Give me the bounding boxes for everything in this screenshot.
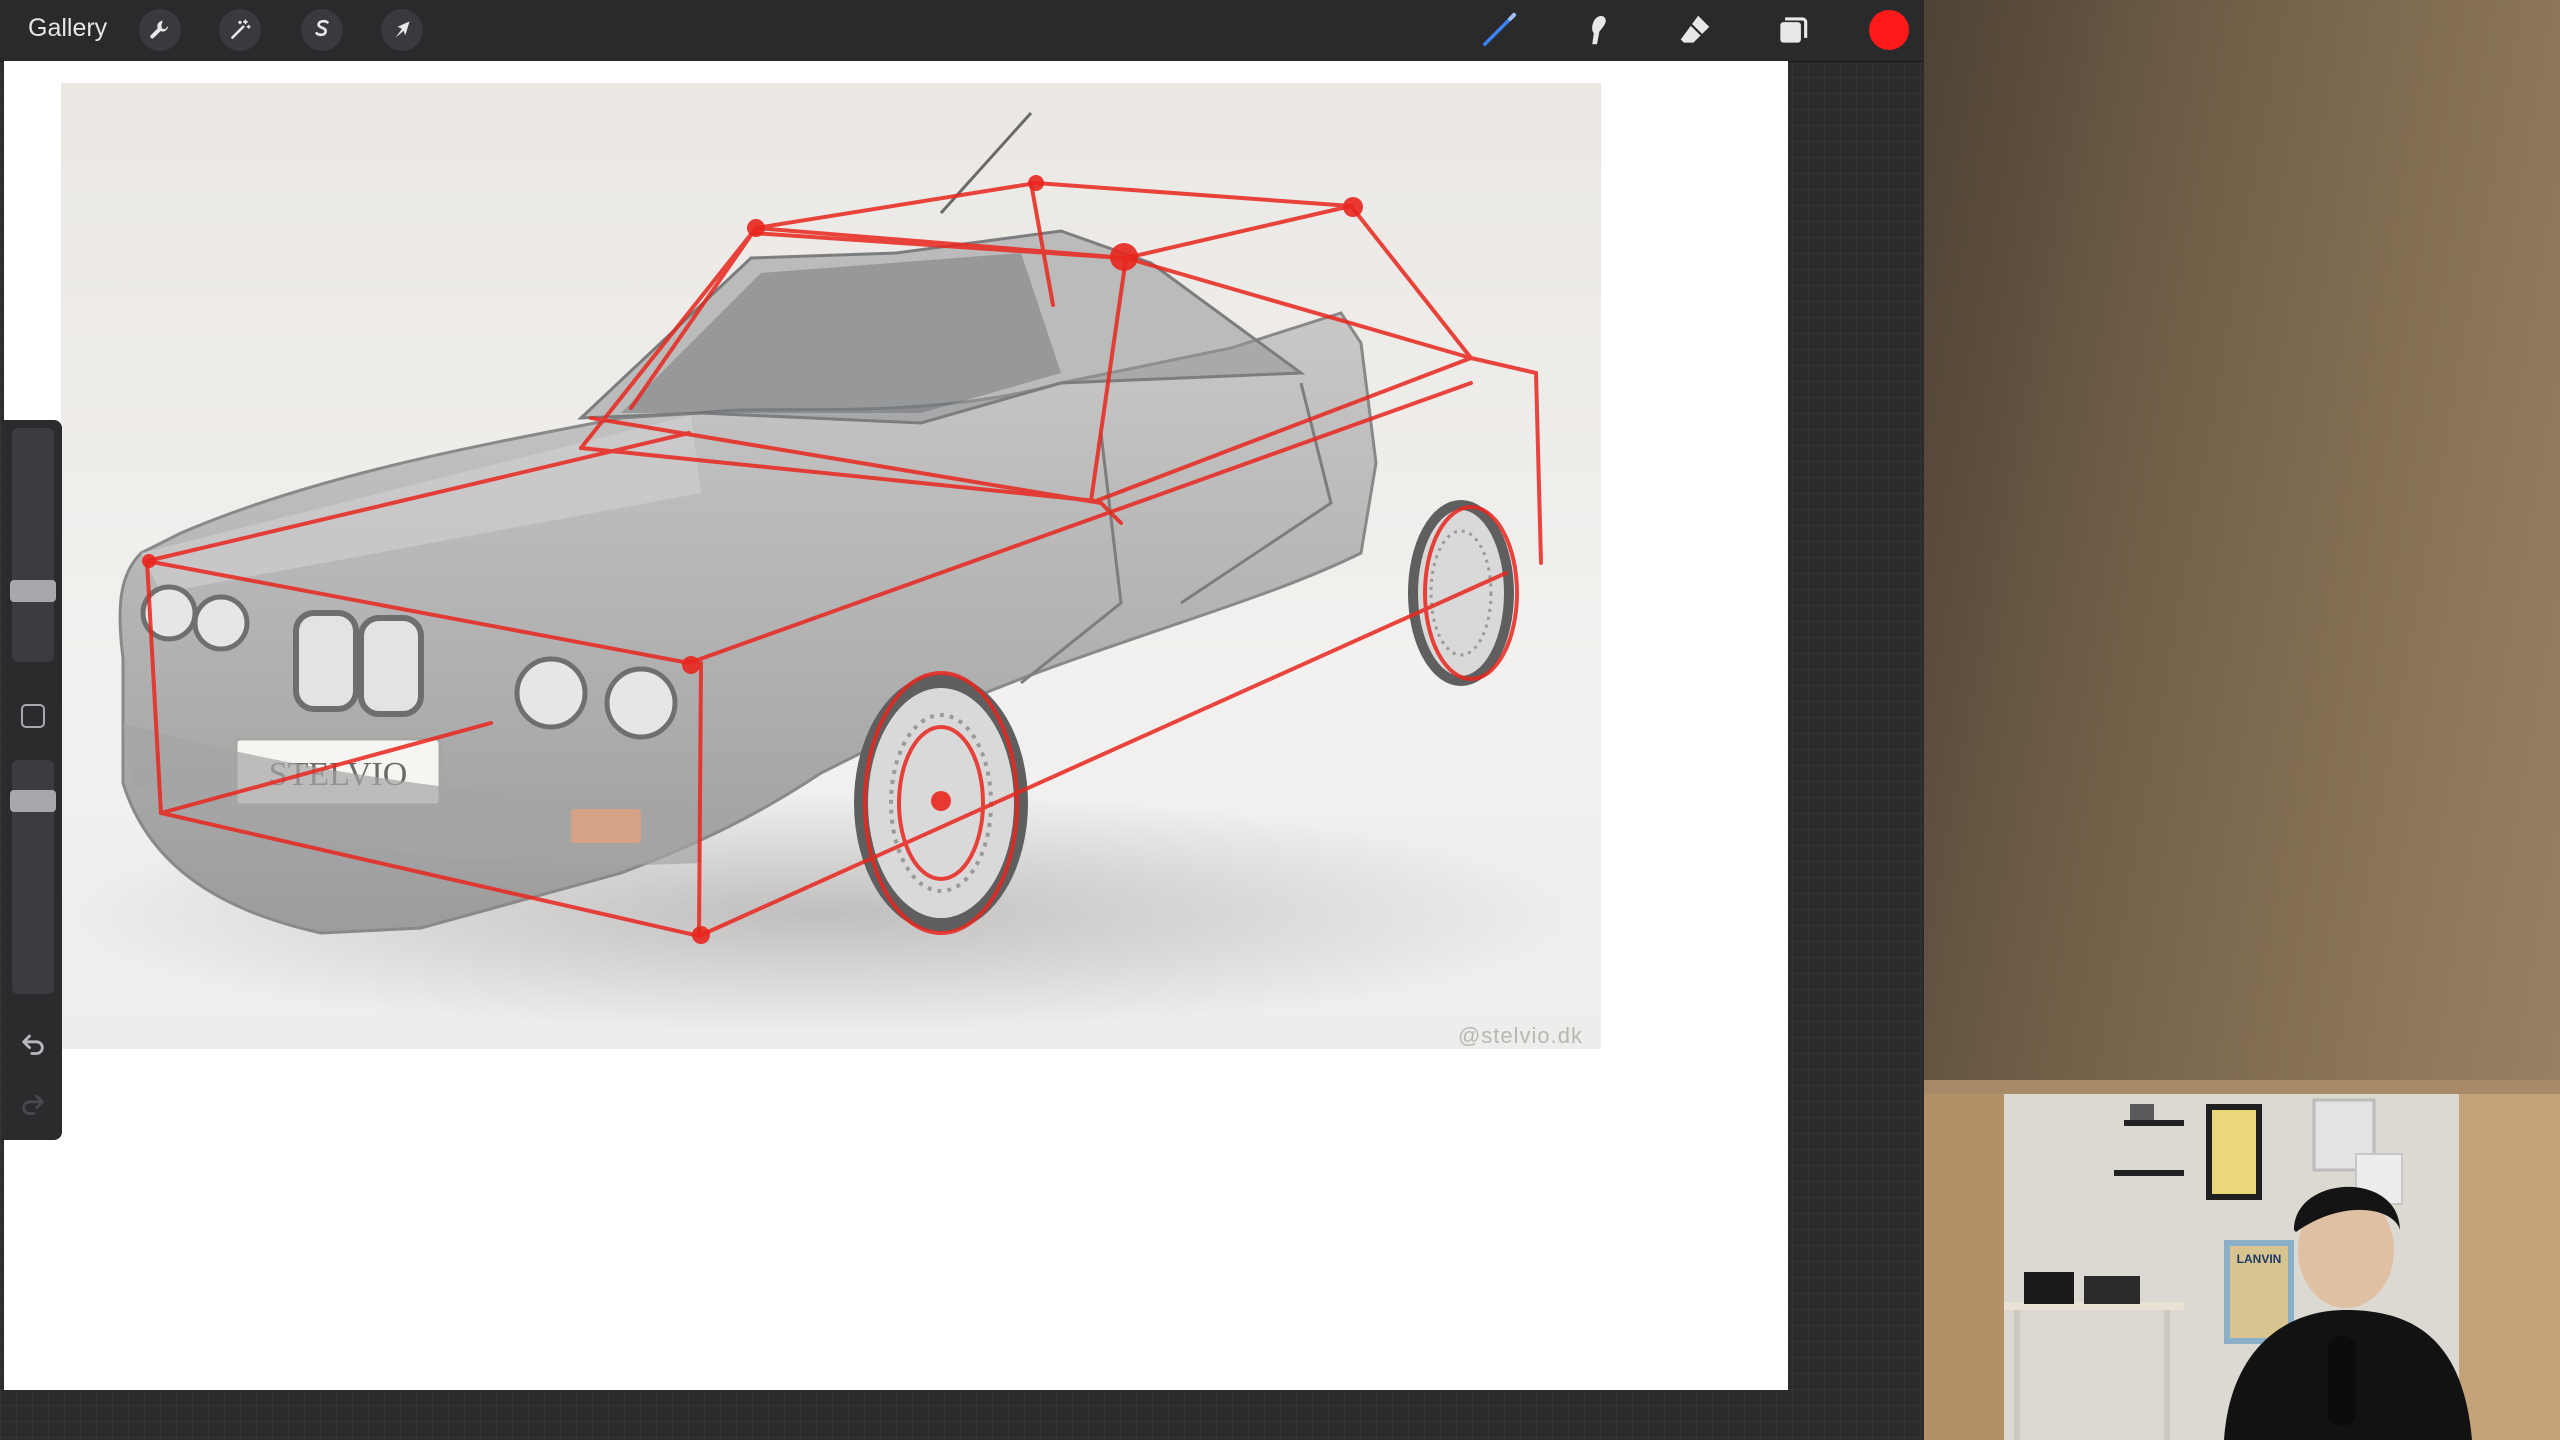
procreate-app: Gallery @stelvio.dk bbox=[0, 0, 1924, 1440]
magic-wand-icon bbox=[231, 19, 251, 39]
layers-icon bbox=[1780, 17, 1808, 43]
eraser-icon bbox=[1680, 15, 1710, 43]
layers-button[interactable] bbox=[1770, 7, 1816, 53]
gallery-button[interactable]: Gallery bbox=[28, 14, 107, 43]
microphone bbox=[2328, 1336, 2356, 1426]
poster-text: LANVIN bbox=[2237, 1252, 2282, 1266]
brush-size-slider[interactable] bbox=[10, 428, 56, 662]
brush-icon bbox=[1483, 12, 1517, 46]
undo-icon bbox=[22, 1034, 44, 1055]
wooden-cabinet bbox=[2459, 1080, 2560, 1440]
smudge-icon bbox=[1592, 15, 1606, 45]
kidney-grille-right bbox=[358, 615, 424, 717]
reference-photo-layer: STELVIO bbox=[61, 83, 1601, 1049]
arrow-cursor-icon bbox=[395, 21, 410, 38]
side-slider-panel bbox=[4, 420, 62, 1140]
wooden-door bbox=[1924, 1080, 2004, 1440]
selection-s-icon bbox=[315, 19, 329, 37]
webcam-scene: LANVIN bbox=[1924, 1080, 2560, 1440]
monitor bbox=[2084, 1276, 2140, 1304]
transform-button[interactable] bbox=[381, 9, 423, 51]
webcam-overlay: LANVIN bbox=[1924, 1080, 2560, 1440]
top-toolbar: Gallery bbox=[0, 0, 1924, 62]
undo-button[interactable] bbox=[16, 1026, 50, 1060]
fog-light bbox=[571, 809, 641, 843]
color-picker-button[interactable] bbox=[1869, 10, 1909, 50]
car-reference-illustration: STELVIO bbox=[61, 111, 1581, 1033]
opacity-thumb[interactable] bbox=[10, 790, 56, 812]
headlight-2 bbox=[192, 594, 250, 652]
selection-button[interactable] bbox=[301, 9, 343, 51]
adjustments-button[interactable] bbox=[219, 9, 261, 51]
headlight-3 bbox=[514, 656, 588, 730]
opacity-slider[interactable] bbox=[10, 760, 56, 994]
drawing-canvas[interactable]: STELVIO bbox=[4, 61, 1788, 1390]
headlight-4 bbox=[604, 666, 678, 740]
eraser-button[interactable] bbox=[1672, 7, 1718, 53]
photo-watermark: @stelvio.dk bbox=[1457, 1023, 1583, 1048]
brush-button[interactable] bbox=[1476, 7, 1522, 53]
wrench-icon bbox=[150, 20, 169, 39]
redo-icon bbox=[22, 1094, 44, 1115]
actions-button[interactable] bbox=[139, 9, 181, 51]
smudge-button[interactable] bbox=[1574, 7, 1620, 53]
redo-button[interactable] bbox=[16, 1086, 50, 1120]
modify-button[interactable] bbox=[21, 704, 45, 728]
laptop bbox=[2024, 1272, 2074, 1304]
kidney-grille-left bbox=[293, 610, 359, 712]
brush-size-thumb[interactable] bbox=[10, 580, 56, 602]
